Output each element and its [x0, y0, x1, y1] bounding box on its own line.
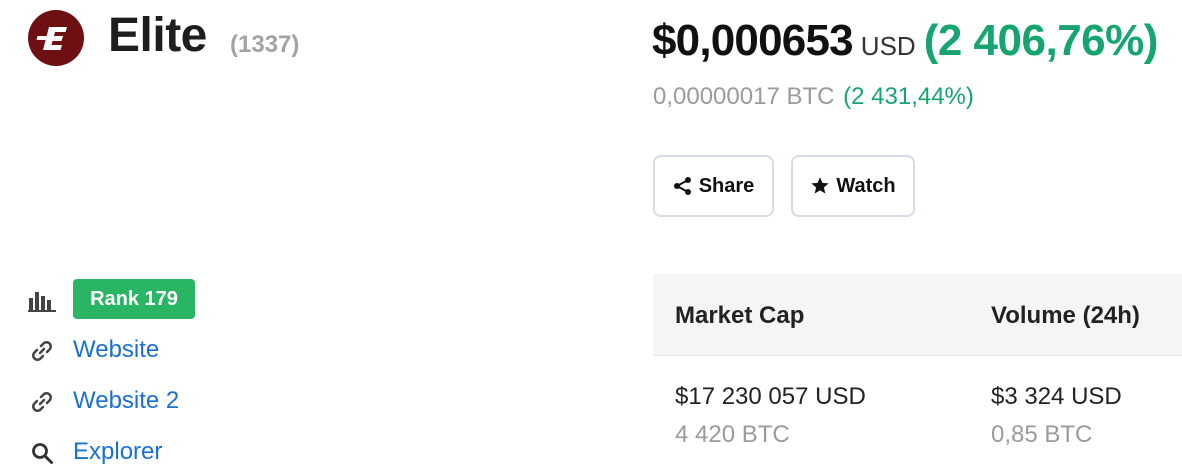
website-link[interactable]: Website	[73, 336, 159, 364]
watch-label: Watch	[836, 174, 896, 197]
rank-badge: Rank 179	[73, 279, 195, 319]
market-cap-label: Market Cap	[675, 302, 805, 329]
price-btc-row: 0,00000017 BTC (2 431,44%)	[653, 83, 974, 111]
share-button[interactable]: Share	[653, 155, 774, 217]
watch-button[interactable]: Watch	[791, 155, 915, 217]
volume-usd: $3 324 USD	[991, 383, 1122, 410]
website-2-link-row[interactable]	[28, 388, 56, 416]
volume-btc: 0,85 BTC	[991, 421, 1093, 448]
website-link-row[interactable]	[28, 337, 56, 365]
share-label: Share	[698, 174, 755, 197]
search-icon	[28, 439, 56, 467]
share-icon	[673, 176, 693, 196]
price-btc-change: (2 431,44%)	[843, 83, 974, 110]
market-cap-usd: $17 230 057 USD	[675, 383, 866, 410]
explorer-link-row[interactable]	[28, 439, 56, 467]
bar-chart-icon	[28, 285, 56, 313]
explorer-link[interactable]: Explorer	[73, 438, 162, 466]
price-usd-value: $0,000653	[652, 16, 854, 65]
link-icon	[28, 337, 56, 365]
price-usd-change: (2 406,76%)	[923, 16, 1159, 65]
market-cap-btc: 4 420 BTC	[675, 421, 790, 448]
rank-row	[28, 285, 56, 313]
stats-header: Market Cap Volume (24h)	[653, 274, 1182, 356]
coin-symbol: (1337)	[230, 31, 300, 58]
price-btc-value: 0,00000017 BTC	[653, 83, 835, 110]
elite-logo-icon	[36, 27, 67, 50]
website-2-link[interactable]: Website 2	[73, 387, 179, 415]
coin-name: Elite	[108, 9, 207, 62]
coin-logo	[28, 10, 84, 66]
star-icon	[810, 176, 830, 196]
volume-label: Volume (24h)	[991, 302, 1140, 329]
price-usd-currency: USD	[860, 31, 916, 61]
price-row: $0,000653 USD (2 406,76%)	[652, 16, 1158, 66]
link-icon	[28, 388, 56, 416]
